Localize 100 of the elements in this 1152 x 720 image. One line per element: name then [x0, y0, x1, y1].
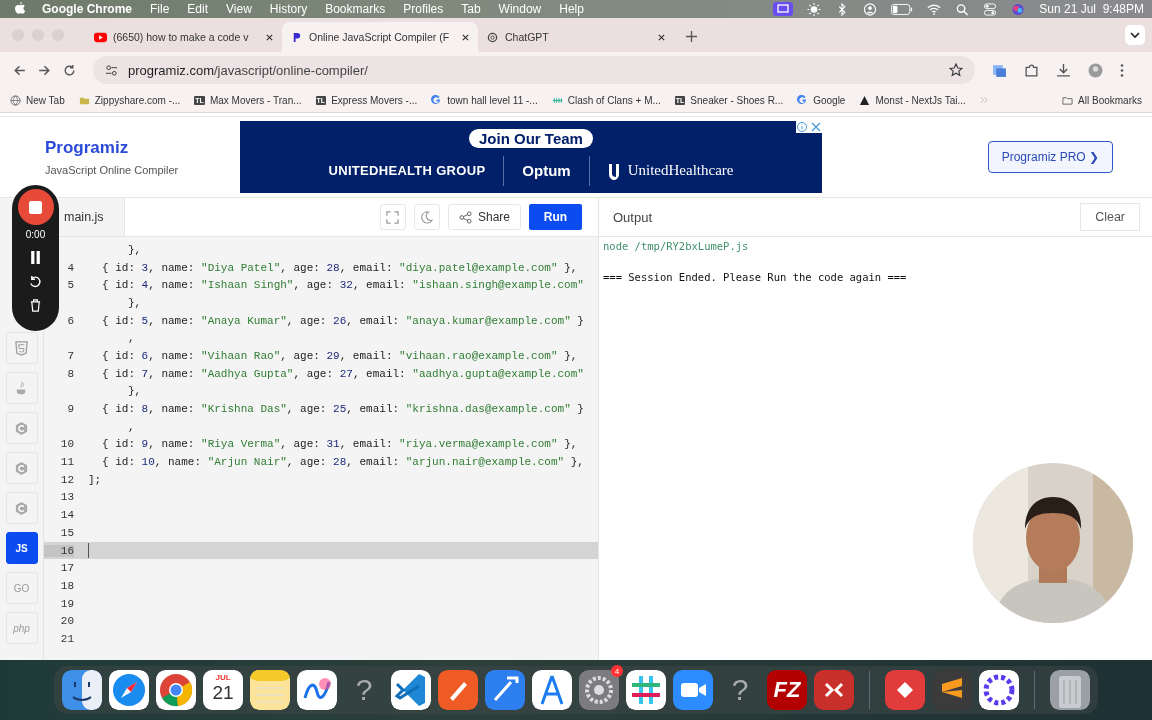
calendar-icon[interactable]: JUL 21: [203, 670, 243, 710]
share-button[interactable]: Share: [447, 204, 521, 230]
video-camera-icon[interactable]: [673, 670, 713, 710]
all-bookmarks-button[interactable]: All Bookmarks: [1062, 94, 1142, 106]
ad-brand: UNITEDHEALTH GROUP: [328, 163, 486, 178]
pause-icon[interactable]: [29, 251, 42, 264]
text-cursor: [88, 543, 89, 559]
star-icon[interactable]: [949, 63, 963, 77]
code-line: },: [128, 296, 142, 309]
ad-info-icon[interactable]: [796, 121, 822, 133]
code-line: ,: [128, 332, 135, 345]
puzzle-icon[interactable]: [1024, 62, 1039, 78]
menu-item[interactable]: History: [269, 2, 308, 16]
output-line: === Session Ended. Please Run the code again ===: [603, 271, 908, 283]
bookmark[interactable]: New Tab: [10, 94, 65, 106]
language-button[interactable]: JS: [5, 532, 38, 564]
line-number: 17: [60, 562, 74, 575]
bookmark[interactable]: Clash of Clans + M...: [551, 94, 661, 106]
shield-five-icon: [14, 340, 29, 356]
apple-icon[interactable]: [14, 2, 26, 16]
search-icon[interactable]: [955, 2, 970, 16]
undo-icon[interactable]: [29, 275, 42, 288]
pro-button[interactable]: Programiz PRO ❯: [987, 141, 1113, 173]
run-button[interactable]: Run: [529, 204, 582, 230]
hexagon-c-icon: [14, 420, 29, 436]
toggles-icon[interactable]: [983, 2, 998, 16]
sun-icon[interactable]: [807, 2, 822, 16]
download-icon[interactable]: [1056, 62, 1071, 78]
code-line: { id: 6, name: "Vihaan Rao", age: 29, email: "vihaan.rao@example.com" },: [102, 349, 578, 362]
browser-tab[interactable]: Online JavaScript Compiler (F: [282, 22, 478, 52]
code-line: },: [128, 385, 142, 398]
compass-icon[interactable]: [109, 670, 149, 710]
file-tab[interactable]: main.js: [59, 198, 125, 236]
knot-icon: [486, 31, 499, 43]
share-icon: [458, 210, 472, 224]
g-icon: [431, 94, 443, 106]
browser-tab[interactable]: ChatGPT: [478, 22, 674, 52]
ad-brand: UnitedHealthcare: [627, 162, 734, 179]
face-icon[interactable]: [62, 670, 102, 710]
s-icon[interactable]: [932, 670, 972, 710]
shield-icon: [607, 161, 620, 180]
line-number: 12: [60, 473, 74, 486]
ribbon-icon[interactable]: [391, 670, 431, 710]
gear-icon[interactable]: [579, 670, 619, 710]
hash-icon[interactable]: [626, 670, 666, 710]
trash-icon[interactable]: [1050, 670, 1090, 710]
user-icon[interactable]: [863, 2, 878, 16]
menu-item[interactable]: View: [226, 2, 252, 16]
bookmark[interactable]: Zippyshare.com -...: [78, 94, 181, 106]
line-number: 9: [67, 403, 74, 416]
site-logo[interactable]: Programiz: [45, 138, 240, 158]
bookmark[interactable]: Monst - NextJs Tai...: [859, 94, 966, 106]
clear-button[interactable]: Clear: [1080, 203, 1140, 231]
forward-icon[interactable]: [38, 63, 51, 77]
bookmark[interactable]: Google: [797, 94, 846, 106]
menu-item[interactable]: File: [150, 2, 170, 16]
menu-item[interactable]: Help: [559, 2, 584, 16]
orb-icon[interactable]: [1011, 2, 1026, 16]
site-subtitle: JavaScript Online Compiler: [45, 164, 180, 176]
placeholder-app-icon[interactable]: ?: [720, 673, 760, 707]
app-menu[interactable]: Google Chrome: [42, 2, 132, 16]
tab-search-icon[interactable]: [1125, 25, 1145, 45]
trash-icon[interactable]: [29, 299, 42, 312]
menu-item[interactable]: Bookmarks: [325, 2, 386, 16]
url-path: /javascript/online-compiler/: [213, 62, 368, 78]
close-icon[interactable]: [657, 32, 666, 42]
line-number: 7: [67, 349, 74, 362]
flower-icon[interactable]: [979, 670, 1019, 710]
close-icon[interactable]: [461, 32, 470, 42]
browser-tab[interactable]: (6650) how to make a code v: [86, 22, 282, 52]
line-number: 19: [60, 597, 74, 610]
scribble-icon[interactable]: [297, 670, 337, 710]
back-icon[interactable]: [13, 63, 26, 77]
screen-record-icon[interactable]: [773, 2, 794, 16]
placeholder-app-icon[interactable]: ?: [344, 673, 384, 707]
code-line: { id: 8, name: "Krishna Das", age: 25, email: "krishna.das@example.com" }: [102, 403, 584, 416]
new-tab-icon[interactable]: [686, 31, 697, 42]
code-line: },: [128, 243, 142, 256]
menu-item[interactable]: Tab: [461, 2, 481, 16]
ad-banner[interactable]: Join Our Team UNITEDHEALTH GROUP Optum UnitedHealthcare: [240, 121, 822, 193]
line-number: 21: [60, 632, 74, 645]
bookmark[interactable]: town hall level 11 -...: [431, 94, 538, 106]
timer: 0:00: [25, 229, 46, 240]
ad-brand: Optum: [522, 162, 571, 179]
stop-button[interactable]: [17, 189, 54, 225]
wifi-icon[interactable]: [927, 2, 942, 16]
line-number: 8: [67, 367, 74, 380]
extension-icon[interactable]: [992, 62, 1007, 78]
close-icon[interactable]: [265, 32, 274, 42]
notepad-icon[interactable]: [250, 670, 290, 710]
address-bar[interactable]: programiz.com/javascript/online-compiler/: [93, 56, 975, 84]
menu-item[interactable]: Window: [498, 2, 542, 16]
site-settings-icon[interactable]: [105, 63, 118, 77]
more-icon[interactable]: [1120, 62, 1124, 78]
menu-item[interactable]: Profiles: [403, 2, 444, 16]
reload-icon[interactable]: [63, 63, 76, 77]
pen-icon[interactable]: [438, 670, 478, 710]
menu-item[interactable]: Edit: [187, 2, 209, 16]
app-icon[interactable]: FZ: [767, 670, 807, 710]
battery-icon[interactable]: [891, 2, 914, 16]
